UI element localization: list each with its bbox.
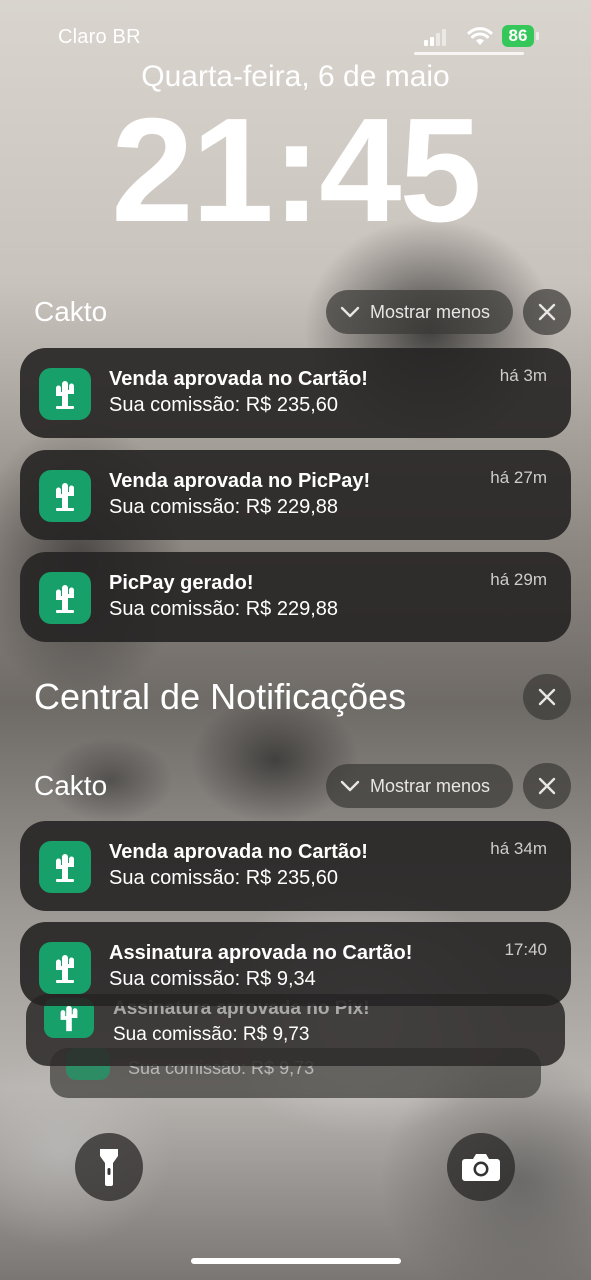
notification-body: Sua comissão: R$ 9,73 [113,1024,310,1045]
notification-time: há 34m [490,839,547,858]
chevron-down-icon [340,306,360,318]
group-app-name: Cakto [34,296,108,327]
close-icon [538,688,556,706]
flashlight-icon [100,1149,118,1186]
cactus-icon [39,841,91,893]
notification-body: Sua comissão: R$ 229,88 [109,496,339,518]
notification-body: Sua comissão: R$ 235,60 [109,394,339,416]
battery-tip [536,32,539,40]
close-icon [538,303,556,321]
notification-time: 17:40 [504,940,547,959]
notification-center-title: Central de Notificações [34,676,407,717]
cactus-icon [39,470,91,522]
clear-group-button[interactable] [523,763,571,809]
show-less-button[interactable]: Mostrar menos [326,290,513,334]
cactus-icon [39,368,91,420]
notification-card[interactable]: Assinatura aprovada no Cartão! Sua comis… [20,922,571,1006]
notification-card[interactable]: Venda aprovada no Cartão! Sua comissão: … [20,348,571,438]
notification-time: há 29m [490,570,547,589]
notification-body: Sua comissão: R$ 235,60 [109,867,339,889]
notification-title: PicPay gerado! [109,572,254,594]
notification-title: Assinatura aprovada no Cartão! [109,942,413,964]
show-less-label: Mostrar menos [370,775,491,796]
notification-time: há 3m [499,366,547,385]
carrier-label: Claro BR [58,26,141,48]
status-bar: Claro BR 86 [0,24,591,52]
camera-button[interactable] [447,1133,515,1201]
clear-group-button[interactable] [523,289,571,335]
control-center-indicator[interactable] [414,52,524,55]
group-app-name: Cakto [34,770,108,801]
chevron-down-icon [340,780,360,792]
notification-card[interactable]: PicPay gerado! Sua comissão: R$ 229,88 h… [20,552,571,642]
show-less-label: Mostrar menos [370,301,491,322]
camera-icon [462,1154,500,1181]
clear-notification-center-button[interactable] [523,674,571,720]
wifi-icon [467,27,493,45]
flashlight-button[interactable] [75,1133,143,1201]
notification-title: Venda aprovada no PicPay! [109,470,371,492]
notification-body: Sua comissão: R$ 9,34 [109,968,316,990]
notification-time: há 27m [490,468,547,487]
notification-card[interactable]: Venda aprovada no PicPay! Sua comissão: … [20,450,571,540]
battery-icon: 86 [502,25,534,47]
show-less-button[interactable]: Mostrar menos [326,764,513,808]
cactus-icon [39,942,91,994]
notification-title: Venda aprovada no Cartão! [109,841,368,863]
notification-title: Venda aprovada no Cartão! [109,368,368,390]
home-indicator[interactable] [191,1258,401,1264]
notification-card[interactable]: Venda aprovada no Cartão! Sua comissão: … [20,821,571,911]
cactus-icon [39,572,91,624]
lock-clock: 21:45 [111,88,482,253]
close-icon [538,777,556,795]
notification-body: Sua comissão: R$ 229,88 [109,598,339,620]
cellular-signal-icon [424,28,450,46]
